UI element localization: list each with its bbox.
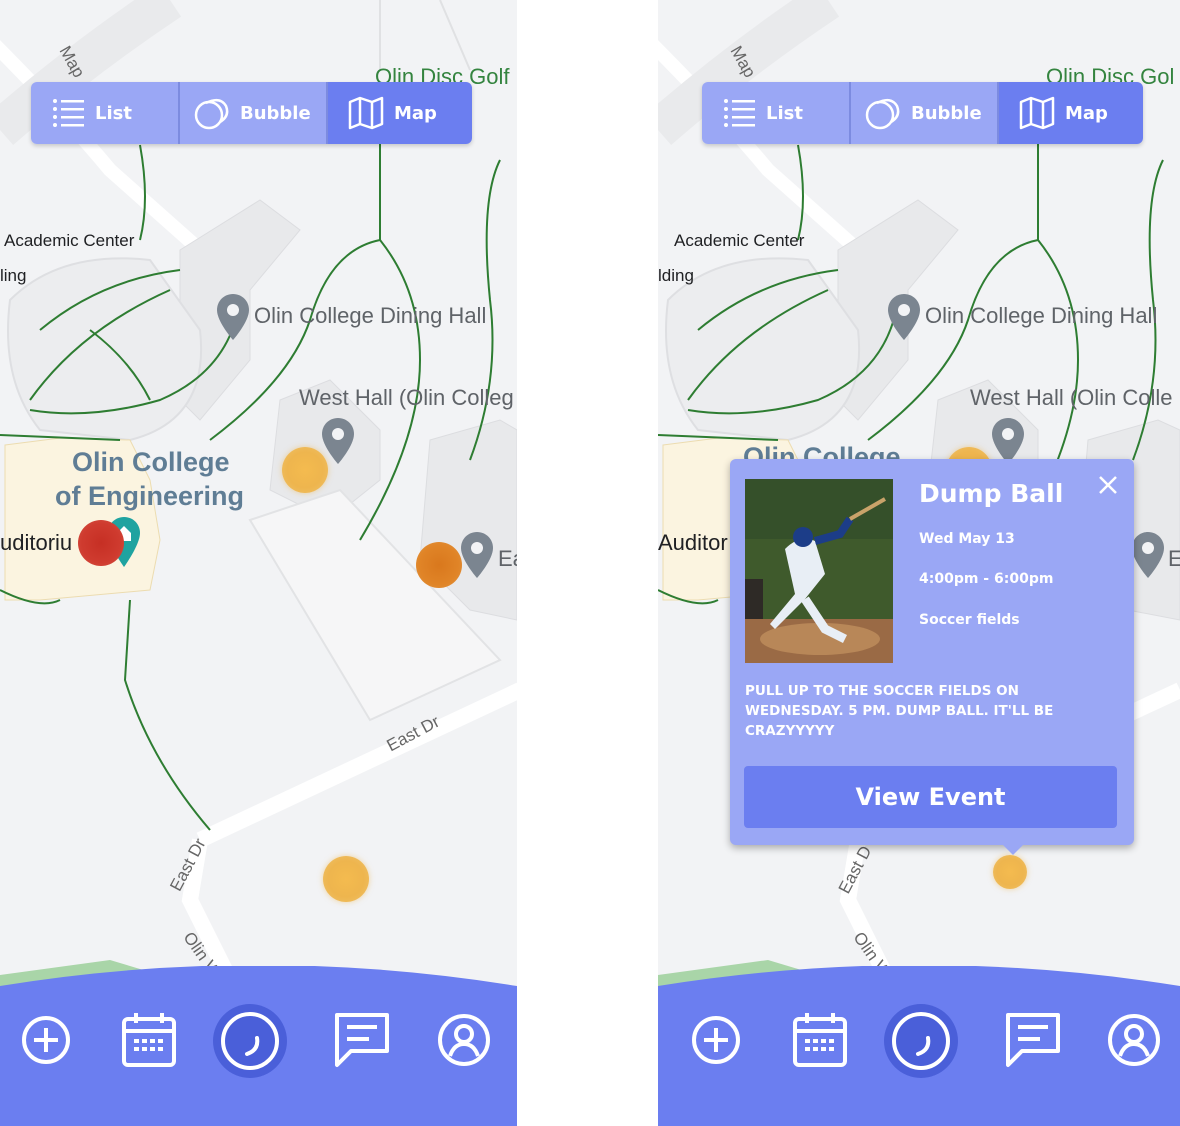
event-marker-orange[interactable] [416,542,462,588]
event-photo [745,479,893,663]
add-icon [22,1016,70,1064]
popup-pointer [1003,845,1023,855]
home-bubble-button[interactable] [882,1002,960,1080]
calendar-icon [122,1013,176,1067]
view-event-button[interactable]: View Event [744,766,1117,828]
map-icon [348,96,384,130]
list-label: List [766,102,803,124]
college-label-line2: of Engineering [55,481,244,511]
calendar-button[interactable] [119,1010,179,1070]
view-toggle: List Bubble Map [702,82,1143,144]
dining-hall-label: Olin College Dining Hall [925,303,1158,328]
bubble-icon [194,98,229,130]
event-date: Wed May 13 [919,531,1015,547]
east-hall-label: Ea [498,546,517,571]
bubble-view-button[interactable]: Bubble [178,82,326,144]
view-toggle: List Bubble Map [31,82,472,144]
profile-button[interactable] [434,1010,494,1070]
building-label: ling [0,266,27,285]
college-label-line1: Olin College [72,447,230,477]
west-hall-pin-icon[interactable] [992,418,1024,464]
map-icon [1019,96,1055,130]
bubble-home-icon [213,1004,287,1078]
dining-hall-pin-icon[interactable] [217,294,249,340]
bubble-home-icon [884,1004,958,1078]
event-marker-yellow[interactable] [323,856,369,902]
calendar-button[interactable] [790,1010,850,1070]
bubble-icon [865,98,900,130]
profile-icon [1108,1014,1160,1066]
event-title: Dump Ball [919,479,1064,508]
bubble-label: Bubble [240,102,311,124]
list-icon [724,99,755,127]
academic-center-label: Academic Center [4,231,135,250]
messages-button[interactable] [1003,1010,1063,1070]
map-view-button[interactable]: Map [997,82,1143,144]
event-popup: Dump Ball Wed May 13 4:00pm - 6:00pm Soc… [730,459,1134,845]
home-bubble-button[interactable] [211,1002,289,1080]
event-time: 4:00pm - 6:00pm [919,571,1054,587]
event-marker-red[interactable] [78,520,124,566]
east-hall-pin-icon[interactable] [461,532,493,578]
map-label: Map [394,102,437,124]
messages-button[interactable] [332,1010,392,1070]
academic-center-label: Academic Center [674,231,805,250]
building-label: lding [658,266,694,285]
west-hall-label: West Hall (Olin Colleg [299,385,514,410]
add-button[interactable] [686,1010,746,1070]
chat-icon [1006,1013,1060,1067]
auditorium-label: Auditor [658,530,728,555]
map-view-button[interactable]: Map [326,82,472,144]
close-icon[interactable] [1096,473,1120,497]
chat-icon [335,1013,389,1067]
event-description: PULL UP TO THE SOCCER FIELDS ON WEDNESDA… [745,683,1054,739]
add-icon [692,1016,740,1064]
list-view-button[interactable]: List [702,82,849,144]
profile-icon [438,1014,490,1066]
bubble-view-button[interactable]: Bubble [849,82,997,144]
east-hall-pin-icon[interactable] [1132,532,1164,578]
dining-hall-label: Olin College Dining Hall [254,303,487,328]
west-hall-pin-icon[interactable] [322,418,354,464]
bubble-label: Bubble [911,102,982,124]
auditorium-label: uditoriu [0,530,73,555]
event-marker-selected[interactable] [993,855,1027,889]
profile-button[interactable] [1104,1010,1164,1070]
dining-hall-pin-icon[interactable] [888,294,920,340]
map-label: Map [1065,102,1108,124]
event-location: Soccer fields [919,612,1020,628]
west-hall-label: West Hall (Olin Colle [970,385,1173,410]
list-icon [53,99,84,127]
list-view-button[interactable]: List [31,82,178,144]
list-label: List [95,102,132,124]
event-marker-yellow[interactable] [282,447,328,493]
east-hall-label: E [1168,546,1180,571]
map-screen-default: Map Olin Disc Golf Academic Center ling … [0,0,517,1126]
add-button[interactable] [16,1010,76,1070]
calendar-icon [793,1013,847,1067]
